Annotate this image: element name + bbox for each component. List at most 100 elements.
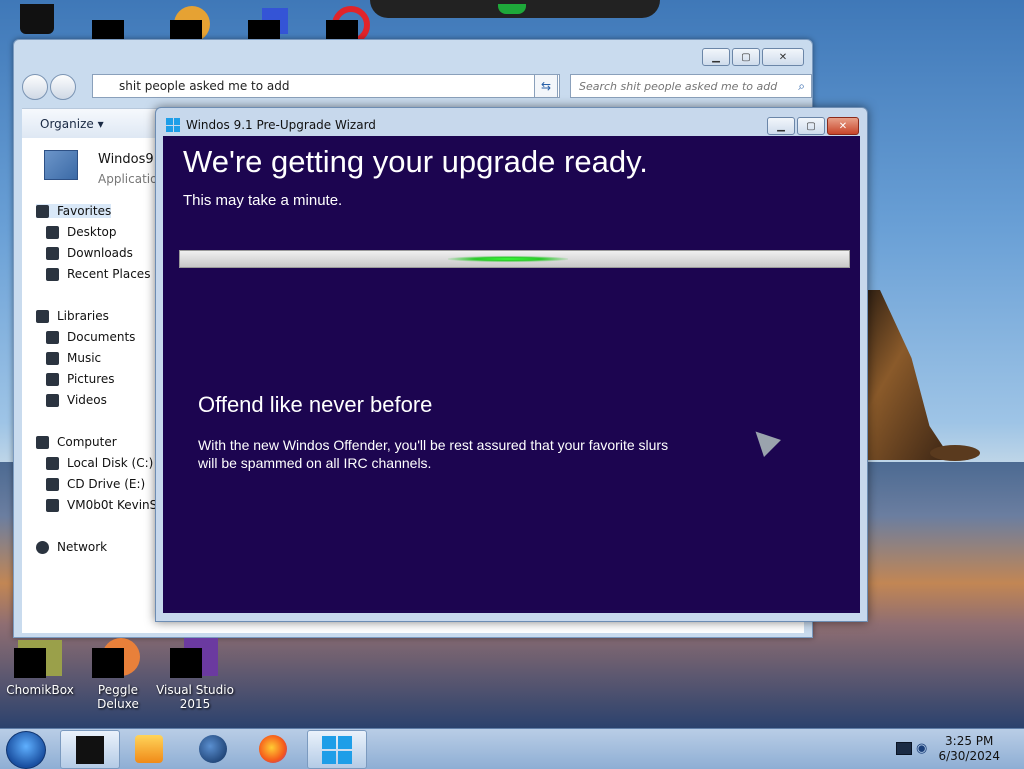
nav-label: Music — [67, 351, 102, 365]
wizard-caption-buttons: ▁ ▢ ✕ — [765, 117, 859, 135]
cd-drive-icon — [46, 477, 59, 491]
nav-vm-drive[interactable]: VM0b0t KevinS — [46, 498, 157, 512]
music-icon — [46, 351, 59, 365]
address-text: shit people asked me to add — [119, 79, 290, 93]
wallpaper-cliff — [862, 290, 952, 460]
nav-videos[interactable]: Videos — [46, 393, 107, 407]
organize-button[interactable]: Organize ▾ — [40, 117, 104, 131]
address-bar[interactable]: shit people asked me to add — [92, 74, 560, 98]
nav-label: Network — [57, 540, 108, 554]
libraries-icon — [36, 309, 49, 323]
nav-pictures[interactable]: Pictures — [46, 372, 115, 386]
search-icon: ⌕ — [798, 78, 805, 93]
system-tray: ◉ 3:25 PM 6/30/2024 — [884, 729, 1024, 769]
explorer-nav-row: shit people asked me to add ⇆ ⌕ — [22, 74, 812, 100]
maximize-button[interactable]: ▢ — [797, 117, 825, 135]
taskbar: ◉ 3:25 PM 6/30/2024 — [0, 728, 1024, 769]
maximize-button[interactable]: ▢ — [732, 48, 760, 66]
clock-date: 6/30/2024 — [938, 749, 1000, 763]
nav-label: Local Disk (C:) — [67, 456, 154, 470]
search-input[interactable] — [577, 78, 791, 94]
feature-body: With the new Windos Offender, you'll be … — [198, 437, 669, 471]
start-button[interactable] — [6, 731, 46, 769]
back-button[interactable] — [22, 74, 48, 100]
taskbar-media-button[interactable] — [120, 730, 178, 767]
computer-icon — [36, 435, 49, 449]
refresh-button[interactable]: ⇆ — [534, 74, 558, 98]
recycle-bin-icon[interactable] — [18, 0, 68, 40]
nav-computer[interactable]: Computer — [36, 435, 117, 449]
peggle-icon[interactable] — [92, 638, 142, 678]
feature-title: Offend like never before — [198, 392, 433, 417]
explorer-icon — [76, 736, 104, 764]
desktop-icon — [46, 225, 59, 239]
clock-time: 3:25 PM — [945, 734, 994, 748]
nav-music[interactable]: Music — [46, 351, 101, 365]
nav-label: VM0b0t KevinS — [67, 498, 158, 512]
forward-button[interactable] — [50, 74, 76, 100]
explorer-caption-buttons: ▁ ▢ ✕ — [700, 48, 804, 66]
windows-logo-icon — [322, 736, 352, 764]
taskbar-explorer-button[interactable] — [60, 730, 120, 769]
minimize-button[interactable]: ▁ — [767, 117, 795, 135]
upgrade-wizard-window: Windos 9.1 Pre-Upgrade Wizard ▁ ▢ ✕ We'r… — [155, 107, 868, 622]
network-icon — [36, 540, 49, 554]
progress-glow — [447, 256, 568, 262]
search-box[interactable]: ⌕ — [570, 74, 812, 98]
nav-downloads[interactable]: Downloads — [46, 246, 133, 260]
minimize-button[interactable]: ▁ — [702, 48, 730, 66]
wallpaper-rock — [930, 445, 980, 461]
file-name: Windos9. — [98, 152, 158, 167]
drive-icon — [46, 456, 59, 470]
close-button[interactable]: ✕ — [827, 117, 859, 135]
nav-label: Recent Places — [67, 267, 151, 281]
documents-icon — [46, 330, 59, 344]
explorer-titlebar[interactable] — [14, 40, 812, 72]
wizard-content: We're getting your upgrade ready. This m… — [163, 136, 860, 613]
file-item[interactable]: Windos9. Application — [44, 146, 165, 186]
desktop-icon-label: Visual Studio 2015 — [156, 683, 234, 711]
pictures-icon — [46, 372, 59, 386]
downloads-icon — [46, 246, 59, 260]
chomikbox-icon[interactable] — [14, 638, 64, 678]
network-tray-icon[interactable] — [896, 742, 912, 755]
wizard-subheading: This may take a minute. — [183, 192, 343, 209]
videos-icon — [46, 393, 59, 407]
organize-label: Organize — [40, 117, 94, 131]
desktop-icon-label: Peggle Deluxe — [97, 683, 139, 711]
network-drive-icon — [46, 498, 59, 512]
application-icon — [44, 150, 78, 180]
desktop-icon-label: ChomikBox — [6, 683, 74, 697]
nav-label: Computer — [57, 435, 117, 449]
nav-label: Desktop — [67, 225, 117, 239]
volume-tray-icon[interactable]: ◉ — [916, 741, 927, 756]
clock[interactable]: 3:25 PM 6/30/2024 — [938, 734, 1000, 764]
nav-network[interactable]: Network — [36, 540, 107, 554]
wizard-heading: We're getting your upgrade ready. — [183, 144, 648, 179]
globe-icon — [199, 735, 227, 763]
nav-desktop[interactable]: Desktop — [46, 225, 117, 239]
windows-logo-icon — [166, 118, 180, 132]
taskbar-firefox-button[interactable] — [244, 730, 302, 767]
nav-label: Libraries — [57, 309, 109, 323]
nav-cd-drive[interactable]: CD Drive (E:) — [46, 477, 145, 491]
nav-favorites[interactable]: Favorites — [36, 204, 112, 218]
nav-label: Pictures — [67, 372, 115, 386]
top-dock-indicator — [498, 4, 526, 14]
taskbar-globe-button[interactable] — [184, 730, 242, 767]
taskbar-wizard-button[interactable] — [307, 730, 367, 769]
nav-label: Downloads — [67, 246, 133, 260]
progress-bar — [179, 250, 850, 268]
nav-recent-places[interactable]: Recent Places — [46, 267, 150, 281]
nav-documents[interactable]: Documents — [46, 330, 135, 344]
nav-label: Documents — [67, 330, 136, 344]
nav-local-disk[interactable]: Local Disk (C:) — [46, 456, 153, 470]
nav-libraries[interactable]: Libraries — [36, 309, 109, 323]
navigation-pane: Favorites Desktop Downloads Recent Place… — [22, 198, 162, 628]
nav-label: Favorites — [57, 204, 112, 218]
nav-label: Videos — [67, 393, 107, 407]
visual-studio-icon[interactable] — [170, 638, 220, 678]
media-player-icon — [135, 735, 163, 763]
close-button[interactable]: ✕ — [762, 48, 804, 66]
wizard-title: Windos 9.1 Pre-Upgrade Wizard — [186, 118, 376, 132]
